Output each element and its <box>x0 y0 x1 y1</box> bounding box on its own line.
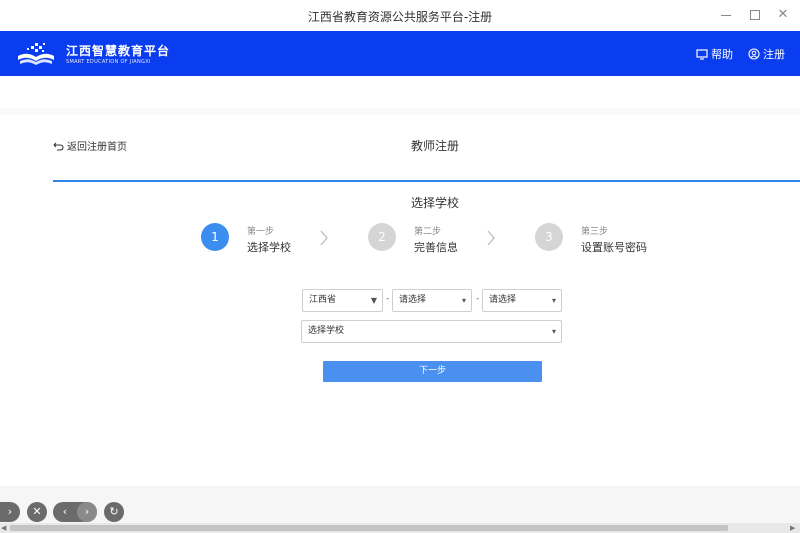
district-select[interactable]: 请选择 ▾ <box>482 289 562 312</box>
heading-divider <box>53 180 800 182</box>
school-select[interactable]: 选择学校 ▾ <box>301 320 562 343</box>
scrollbar-thumb[interactable] <box>10 525 728 531</box>
caret-down-icon: ▼ <box>370 296 377 305</box>
window-titlebar: 江西省教育资源公共服务平台-注册 ✕ <box>0 0 800 31</box>
school-value: 选择学校 <box>308 326 345 336</box>
book-logo-icon <box>18 43 54 65</box>
separator: - <box>476 294 480 304</box>
caret-down-icon: ▾ <box>551 327 556 336</box>
city-select[interactable]: 请选择 ▾ <box>392 289 472 312</box>
header-gap <box>0 108 800 115</box>
province-value: 江西省 <box>309 295 337 305</box>
user-icon <box>748 48 760 60</box>
site-header: 江西智慧教育平台 SMART EDUCATION OF JIANGXI 帮助 注… <box>0 31 800 76</box>
step-1-sub: 第一步 <box>247 227 275 237</box>
section-title: 选择学校 <box>410 196 459 210</box>
close-icon[interactable]: ✕ <box>27 502 47 522</box>
caret-down-icon: ▾ <box>461 296 466 305</box>
maximize-icon[interactable] <box>746 6 764 24</box>
brand-english: SMART EDUCATION OF JIANGXI <box>66 59 151 65</box>
expand-icon[interactable]: › <box>0 502 20 522</box>
page-title: 教师注册 <box>410 139 459 153</box>
refresh-icon[interactable]: ↻ <box>104 502 124 522</box>
step-1-name: 选择学校 <box>247 241 291 254</box>
window-title: 江西省教育资源公共服务平台-注册 <box>307 10 493 24</box>
step-3-circle: 3 <box>535 223 563 251</box>
step-1-circle: 1 <box>201 223 229 251</box>
city-value: 请选择 <box>399 295 427 305</box>
step-2-sub: 第二步 <box>414 227 442 237</box>
chevron-right-icon <box>320 230 328 246</box>
monitor-icon <box>696 48 708 60</box>
scroll-left-icon[interactable]: ◀ <box>1 524 6 532</box>
register-label: 注册 <box>763 48 785 61</box>
forward-icon[interactable]: › <box>77 502 97 522</box>
province-select[interactable]: 江西省 ▼ <box>302 289 383 312</box>
step-2-name: 完善信息 <box>414 241 458 254</box>
chevron-right-icon <box>487 230 495 246</box>
help-link[interactable]: 帮助 <box>696 46 733 62</box>
district-value: 请选择 <box>489 295 517 305</box>
step-3-sub: 第三步 <box>581 227 609 237</box>
close-icon[interactable]: ✕ <box>774 6 792 24</box>
brand-name: 江西智慧教育平台 <box>66 44 171 58</box>
next-step-button[interactable]: 下一步 <box>323 361 542 382</box>
help-label: 帮助 <box>711 48 733 61</box>
caret-down-icon: ▾ <box>551 296 556 305</box>
scroll-right-icon[interactable]: ▶ <box>790 524 795 532</box>
minimize-icon[interactable] <box>717 6 735 24</box>
step-3-name: 设置账号密码 <box>581 241 647 254</box>
back-icon[interactable]: ‹ <box>55 502 75 522</box>
separator: - <box>386 294 390 304</box>
register-link[interactable]: 注册 <box>748 46 785 62</box>
step-2-circle: 2 <box>368 223 396 251</box>
